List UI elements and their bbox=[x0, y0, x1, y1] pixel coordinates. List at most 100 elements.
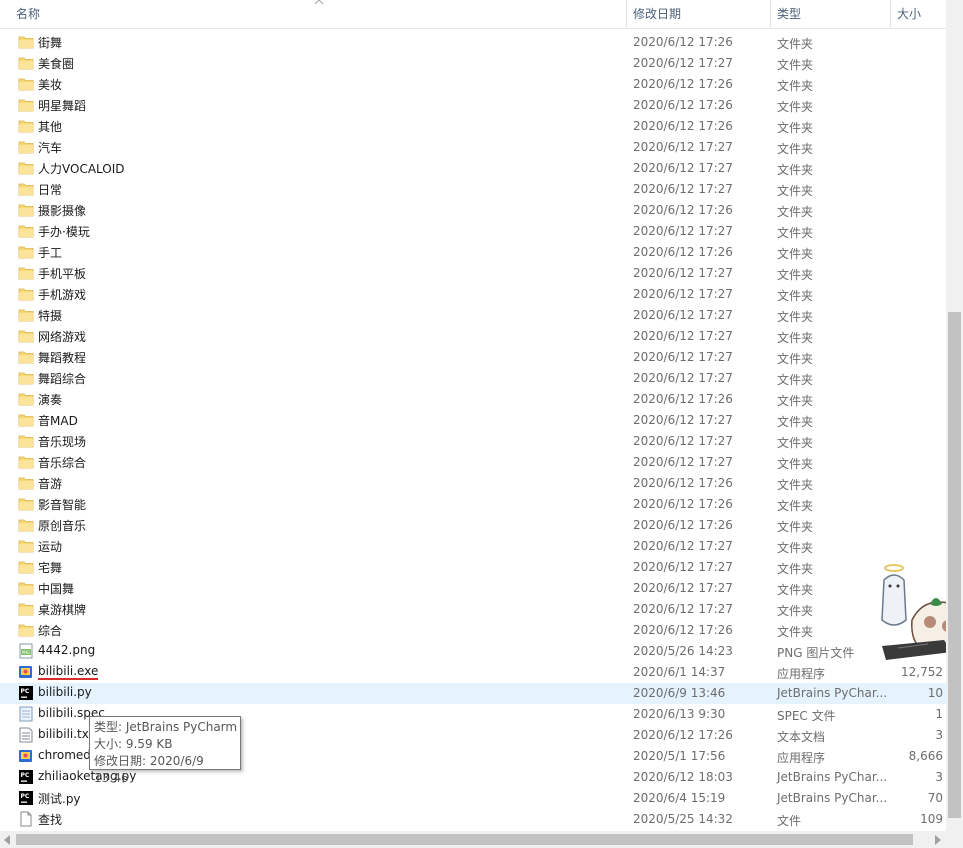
file-row[interactable]: 明星舞蹈 2020/6/12 17:26 文件夹 bbox=[0, 95, 946, 116]
file-type: 文件 bbox=[777, 814, 802, 828]
file-date: 2020/6/12 17:27 bbox=[633, 560, 733, 574]
file-row[interactable]: 摄影摄像 2020/6/12 17:26 文件夹 bbox=[0, 200, 946, 221]
file-date: 2020/6/12 17:27 bbox=[633, 539, 733, 553]
file-row[interactable]: 汽车 2020/6/12 17:27 文件夹 bbox=[0, 137, 946, 158]
file-name: 舞蹈综合 bbox=[38, 372, 87, 386]
file-row[interactable]: 手机平板 2020/6/12 17:27 文件夹 bbox=[0, 263, 946, 284]
file-type: 文件夹 bbox=[777, 58, 814, 72]
file-type: 文件夹 bbox=[777, 331, 814, 345]
file-type: 文件夹 bbox=[777, 520, 814, 534]
file-row[interactable]: 综合 2020/6/12 17:26 文件夹 bbox=[0, 620, 946, 641]
file-row[interactable]: 人力VOCALOID 2020/6/12 17:27 文件夹 bbox=[0, 158, 946, 179]
folder-icon bbox=[18, 181, 34, 197]
file-date: 2020/6/12 17:26 bbox=[633, 35, 733, 49]
file-type: 文件夹 bbox=[777, 394, 814, 408]
file-row[interactable]: 桌游棋牌 2020/6/12 17:27 文件夹 bbox=[0, 599, 946, 620]
folder-icon bbox=[18, 265, 34, 281]
folder-icon bbox=[18, 538, 34, 554]
horizontal-scrollbar-thumb[interactable] bbox=[16, 834, 913, 845]
file-date: 2020/6/4 15:19 bbox=[633, 791, 726, 805]
file-type: JetBrains PyChar... bbox=[777, 791, 888, 805]
file-date: 2020/6/12 17:27 bbox=[633, 434, 733, 448]
file-row[interactable]: 舞蹈教程 2020/6/12 17:27 文件夹 bbox=[0, 347, 946, 368]
column-date[interactable]: 修改日期 bbox=[633, 0, 681, 28]
svg-text:PC: PC bbox=[21, 772, 30, 779]
folder-icon bbox=[18, 601, 34, 617]
file-name: 运动 bbox=[38, 540, 63, 554]
file-row[interactable]: 美妆 2020/6/12 17:26 文件夹 bbox=[0, 74, 946, 95]
file-size: 10 bbox=[927, 686, 943, 700]
file-date: 2020/6/12 17:26 bbox=[633, 497, 733, 511]
file-row[interactable]: 网络游戏 2020/6/12 17:27 文件夹 bbox=[0, 326, 946, 347]
file-row[interactable]: 其他 2020/6/12 17:26 文件夹 bbox=[0, 116, 946, 137]
file-date: 2020/6/1 14:37 bbox=[633, 665, 726, 679]
file-row[interactable]: 手办·模玩 2020/6/12 17:27 文件夹 bbox=[0, 221, 946, 242]
folder-icon bbox=[18, 475, 34, 491]
column-type[interactable]: 类型 bbox=[777, 0, 801, 28]
file-row[interactable]: 特摄 2020/6/12 17:27 文件夹 bbox=[0, 305, 946, 326]
file-name: 桌游棋牌 bbox=[38, 603, 87, 617]
file-date: 2020/6/12 17:26 bbox=[633, 476, 733, 490]
file-row[interactable]: 中国舞 2020/6/12 17:27 文件夹 bbox=[0, 578, 946, 599]
svg-text:PC: PC bbox=[21, 688, 30, 695]
file-size: 3 bbox=[935, 728, 943, 742]
scroll-left-icon[interactable] bbox=[4, 835, 10, 845]
column-name[interactable]: 名称 bbox=[16, 0, 40, 28]
column-size[interactable]: 大小 bbox=[897, 0, 921, 28]
file-row[interactable]: 音游 2020/6/12 17:26 文件夹 bbox=[0, 473, 946, 494]
vertical-scrollbar-thumb[interactable] bbox=[948, 312, 961, 818]
folder-icon bbox=[18, 328, 34, 344]
file-date: 2020/6/12 17:26 bbox=[633, 98, 733, 112]
file-row[interactable]: 舞蹈综合 2020/6/12 17:27 文件夹 bbox=[0, 368, 946, 389]
file-name: 中国舞 bbox=[38, 582, 75, 596]
folder-icon bbox=[18, 118, 34, 134]
horizontal-scrollbar[interactable] bbox=[0, 831, 963, 848]
file-row[interactable]: bilibili.exe 2020/6/1 14:37 应用程序 12,752 bbox=[0, 662, 946, 683]
file-name: 人力VOCALOID bbox=[38, 162, 125, 176]
folder-icon bbox=[18, 244, 34, 260]
file-type: SPEC 文件 bbox=[777, 709, 836, 723]
file-row[interactable]: 宅舞 2020/6/12 17:27 文件夹 bbox=[0, 557, 946, 578]
file-name: 手机平板 bbox=[38, 267, 87, 281]
file-date: 2020/6/12 17:27 bbox=[633, 371, 733, 385]
file-date: 2020/5/25 14:32 bbox=[633, 812, 733, 826]
folder-icon bbox=[18, 139, 34, 155]
file-row[interactable]: 街舞 2020/6/12 17:26 文件夹 bbox=[0, 32, 946, 53]
file-row[interactable]: 手机游戏 2020/6/12 17:27 文件夹 bbox=[0, 284, 946, 305]
file-name: 街舞 bbox=[38, 36, 63, 50]
folder-icon bbox=[18, 76, 34, 92]
column-divider[interactable] bbox=[626, 0, 627, 28]
file-row[interactable]: 音乐现场 2020/6/12 17:27 文件夹 bbox=[0, 431, 946, 452]
file-row[interactable]: 日常 2020/6/12 17:27 文件夹 bbox=[0, 179, 946, 200]
file-row[interactable]: 演奏 2020/6/12 17:26 文件夹 bbox=[0, 389, 946, 410]
file-row[interactable]: PC bilibili.py 2020/6/9 13:46 JetBrains PyC… bbox=[0, 683, 946, 704]
tooltip-type: 类型: JetBrains PyCharm bbox=[94, 720, 238, 734]
pycharm-icon: PC bbox=[18, 685, 34, 701]
file-date: 2020/6/12 17:26 bbox=[633, 77, 733, 91]
folder-icon bbox=[18, 622, 34, 638]
file-row[interactable]: PC 测试.py 2020/6/4 15:19 JetBrains PyChar...… bbox=[0, 788, 946, 809]
file-row[interactable]: 运动 2020/6/12 17:27 文件夹 bbox=[0, 536, 946, 557]
exe-icon bbox=[18, 664, 34, 680]
file-row[interactable]: 音乐综合 2020/6/12 17:27 文件夹 bbox=[0, 452, 946, 473]
file-date: 2020/6/12 18:03 bbox=[633, 770, 733, 784]
file-type: 文件夹 bbox=[777, 499, 814, 513]
file-type: 文件夹 bbox=[777, 415, 814, 429]
file-type: 文件夹 bbox=[777, 37, 814, 51]
file-name: bilibili.txt bbox=[38, 727, 94, 741]
file-type: 文件夹 bbox=[777, 373, 814, 387]
file-row[interactable]: 查找 2020/5/25 14:32 文件 109 bbox=[0, 809, 946, 830]
file-row[interactable]: PNG 4442.png 2020/5/26 14:23 PNG 图片文件 bbox=[0, 641, 946, 662]
file-date: 2020/6/12 17:27 bbox=[633, 413, 733, 427]
file-row[interactable]: 音MAD 2020/6/12 17:27 文件夹 bbox=[0, 410, 946, 431]
column-divider[interactable] bbox=[890, 0, 891, 28]
file-name: 特摄 bbox=[38, 309, 63, 323]
vertical-scrollbar[interactable] bbox=[946, 0, 963, 831]
file-row[interactable]: 手工 2020/6/12 17:26 文件夹 bbox=[0, 242, 946, 263]
file-name: 音MAD bbox=[38, 414, 78, 428]
file-row[interactable]: 原创音乐 2020/6/12 17:26 文件夹 bbox=[0, 515, 946, 536]
scroll-right-icon[interactable] bbox=[935, 835, 941, 845]
file-row[interactable]: 影音智能 2020/6/12 17:26 文件夹 bbox=[0, 494, 946, 515]
column-divider[interactable] bbox=[770, 0, 771, 28]
file-row[interactable]: 美食圈 2020/6/12 17:27 文件夹 bbox=[0, 53, 946, 74]
